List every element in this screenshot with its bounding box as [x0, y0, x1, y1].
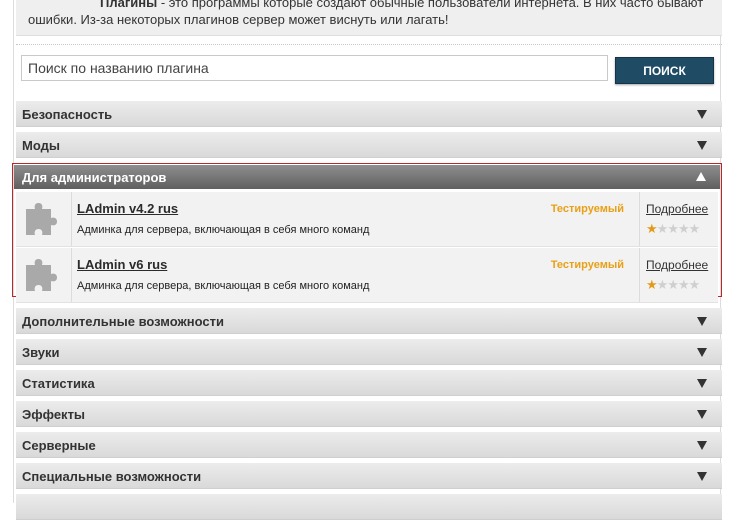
plugin-search-input[interactable] [21, 55, 608, 81]
triangle-up-icon [696, 172, 706, 181]
plugin-description: Админка для сервера, включающая в себя м… [77, 224, 370, 236]
divider [71, 192, 72, 246]
category-label: Моды [22, 138, 60, 153]
category-admins-header[interactable]: Для администраторов [14, 165, 720, 189]
plugin-row: LAdmin v4.2 rus Админка для сервера, вкл… [16, 192, 718, 247]
intro-line-1: Плагины - это программы которые создают … [28, 0, 714, 11]
divider [639, 248, 640, 302]
category-label: Статистика [22, 376, 95, 391]
category-mods[interactable]: Моды [16, 132, 722, 158]
triangle-down-icon [697, 472, 707, 481]
details-link[interactable]: Подробнее [646, 202, 708, 216]
puzzle-piece-icon [22, 255, 62, 295]
category-server[interactable]: Серверные [16, 432, 722, 458]
triangle-down-icon [697, 141, 707, 150]
category-statistics[interactable]: Статистика [16, 370, 722, 396]
category-label: Безопасность [22, 107, 113, 122]
plugin-name-link[interactable]: LAdmin v6 rus [77, 257, 167, 272]
intro-line-2: ошибки. Из-за некоторых плагинов сервер … [28, 12, 449, 27]
intro-notice: Плагины - это программы которые создают … [16, 0, 722, 36]
category-admins-expanded: Для администраторов LAdmin v4.2 rus Адми… [12, 163, 722, 303]
category-label: Дополнительные возможности [22, 314, 224, 329]
category-label: Звуки [22, 345, 60, 360]
category-label: Для администраторов [22, 170, 167, 185]
status-badge: Тестируемый [550, 259, 624, 271]
star-icon[interactable]: ★ [689, 279, 701, 292]
category-label: Эффекты [22, 407, 86, 422]
triangle-down-icon [697, 348, 707, 357]
category-security[interactable]: Безопасность [16, 101, 722, 127]
rating-stars[interactable]: ★★★★★ [646, 276, 700, 292]
category-special-features[interactable]: Специальные возможности [16, 463, 722, 489]
triangle-down-icon [697, 441, 707, 450]
category-label: Специальные возможности [22, 469, 202, 484]
triangle-down-icon [697, 317, 707, 326]
divider [71, 248, 72, 302]
divider [16, 44, 722, 45]
intro-text: - это программы которые создают обычные … [157, 0, 704, 10]
category-effects[interactable]: Эффекты [16, 401, 722, 427]
details-link[interactable]: Подробнее [646, 258, 708, 272]
category-partial[interactable] [16, 494, 722, 520]
triangle-down-icon [697, 410, 707, 419]
plugin-row: LAdmin v6 rus Админка для сервера, включ… [16, 248, 718, 303]
divider [639, 192, 640, 246]
triangle-down-icon [697, 379, 707, 388]
rating-stars[interactable]: ★★★★★ [646, 220, 700, 236]
plugin-name-link[interactable]: LAdmin v4.2 rus [77, 201, 178, 216]
category-sounds[interactable]: Звуки [16, 339, 722, 365]
search-button[interactable]: ПОИСК [615, 57, 714, 84]
status-badge: Тестируемый [550, 203, 624, 215]
puzzle-piece-icon [22, 199, 62, 239]
plugin-description: Админка для сервера, включающая в себя м… [77, 280, 370, 292]
star-icon[interactable]: ★ [689, 223, 701, 236]
category-label: Серверные [22, 438, 96, 453]
category-extra-features[interactable]: Дополнительные возможности [16, 308, 722, 334]
triangle-down-icon [697, 110, 707, 119]
intro-lead: Плагины [100, 0, 158, 10]
